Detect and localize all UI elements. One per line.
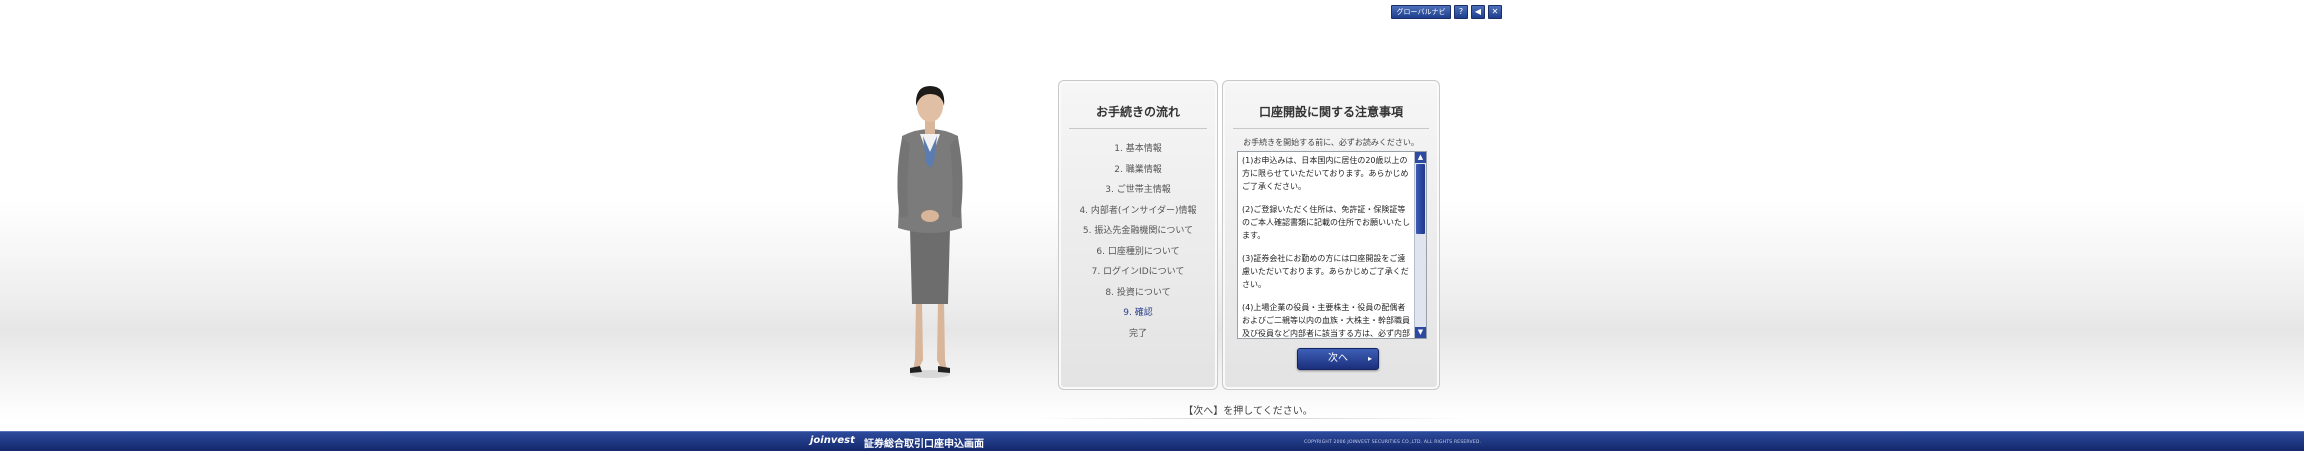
top-toolbar: グローバルナビ ? ◀ ✕ [1391,5,1502,19]
copyright-text: COPYRIGHT 2006 JOINVEST SECURITIES CO.,L… [1304,440,1482,445]
notes-title: 口座開設に関する注意事項 [1258,105,1403,119]
note-paragraph: (3)証券会社にお勤めの方には口座開設をご遠慮いただいております。あらかじめご了… [1242,254,1409,289]
step-item: 1. 基本情報 [1114,144,1162,154]
note-paragraph: (4)上場企業の役員・主要株主・役員の配偶者およびご二親等以内の血族・大株主・幹… [1242,303,1410,338]
step-item: 5. 振込先金融機関について [1082,226,1194,236]
flow-title: お手続きの流れ [1095,105,1180,119]
scroll-up-icon[interactable]: ▲ [1415,152,1426,163]
next-button[interactable]: 次へ ▸ [1297,348,1379,370]
back-icon[interactable]: ◀ [1471,5,1485,19]
note-paragraph: (1)お申込みは、日本国内に居住の20歳以上の方に限らせていただいております。あ… [1242,156,1409,191]
next-button-label: 次へ [1328,353,1348,364]
footer-title: 証券総合取引口座申込画面 [864,439,984,450]
guide-person-image [897,86,963,378]
instruction-divider [1030,418,1470,419]
scroll-down-icon[interactable]: ▼ [1415,327,1426,338]
note-paragraph: (2)ご登録いただく住所は、免許証・保険証等のご本人確認書類に記載の住所でお願い… [1242,205,1410,240]
instruction-text: 【次へ】を押してください。 [1183,406,1313,417]
step-item: 9. 確認 [1123,308,1153,318]
title-divider [1069,128,1207,129]
footer-bar: joinvest 証券総合取引口座申込画面 COPYRIGHT 2006 JOI… [0,431,2304,451]
step-item: 3. ご世帯主情報 [1105,185,1171,195]
step-item: 8. 投資について [1105,287,1171,298]
step-list: 1. 基本情報 2. 職業情報 3. ご世帯主情報 4. 内部者(インサイダー)… [1059,139,1217,344]
joinvest-logo: joinvest [810,435,855,446]
step-item: 2. 職業情報 [1114,164,1162,175]
chevron-right-icon: ▸ [1367,354,1372,363]
step-item: 完了 [1128,328,1147,339]
scroll-thumb[interactable] [1416,164,1425,234]
global-nav-button[interactable]: グローバルナビ [1391,5,1451,19]
step-item: 7. ログインIDについて [1091,267,1185,277]
notes-scrollbar[interactable]: ▲ ▼ [1414,152,1426,338]
notes-subtitle: お手続きを開始する前に、必ずお読みください。 [1243,138,1419,147]
step-item: 6. 口座種別について [1096,246,1180,257]
title-divider [1233,128,1429,129]
notes-textarea[interactable]: (1)お申込みは、日本国内に居住の20歳以上の方に限らせていただいております。あ… [1237,151,1427,339]
help-icon[interactable]: ? [1454,5,1468,19]
step-item: 4. 内部者(インサイダー)情報 [1079,205,1197,216]
procedure-flow-panel: お手続きの流れ 1. 基本情報 2. 職業情報 3. ご世帯主情報 4. 内部者… [1058,80,1218,390]
close-icon[interactable]: ✕ [1488,5,1502,19]
account-notes-panel: 口座開設に関する注意事項 お手続きを開始する前に、必ずお読みください。 (1)お… [1222,80,1440,390]
